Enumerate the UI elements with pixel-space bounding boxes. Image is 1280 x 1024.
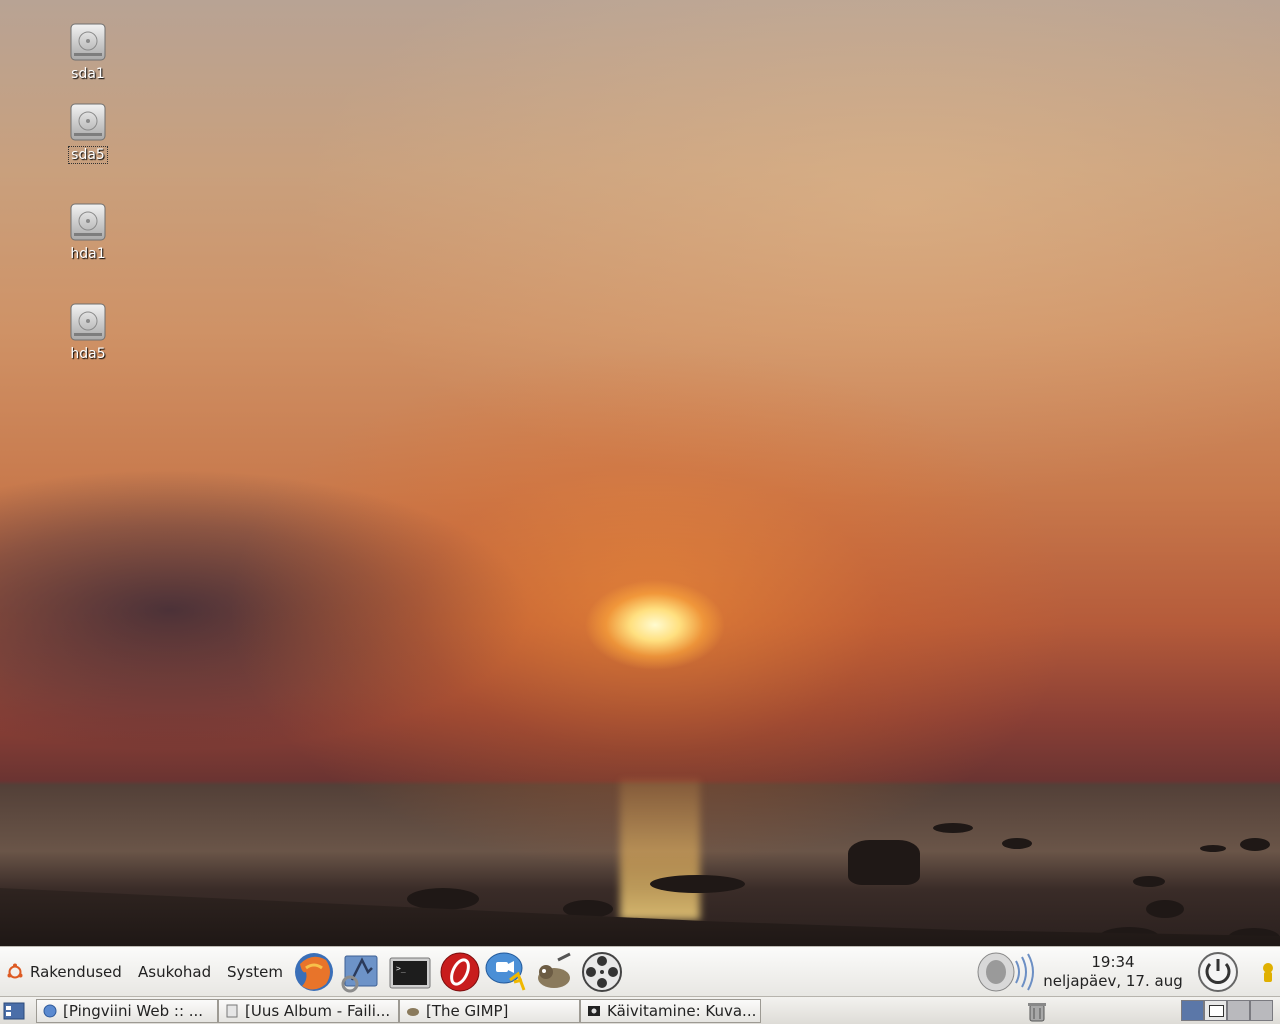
rock (933, 823, 973, 833)
task-label: [Uus Album - Faili... (245, 1002, 391, 1020)
desktop-icon-label: hda1 (70, 246, 106, 262)
hard-drive-icon (70, 203, 106, 241)
rock (1146, 900, 1184, 918)
mail-client-icon[interactable] (340, 950, 384, 994)
task-screenshot[interactable]: Käivitamine: Kuva... (580, 999, 761, 1023)
desktop: sda1 sda5 hda1 hda5 (0, 0, 1280, 946)
rock (1002, 838, 1032, 849)
gimp-icon[interactable] (530, 950, 574, 994)
menu-applications[interactable]: Rakendused (30, 947, 122, 997)
top-panel: Rakendused Asukohad System >_ 19:34 nelj… (0, 946, 1280, 996)
rock (407, 888, 479, 910)
trash-icon[interactable] (1026, 1000, 1048, 1022)
rock (1200, 845, 1226, 852)
desktop-icon-sda1[interactable]: sda1 (58, 22, 118, 82)
task-album[interactable]: [Uus Album - Faili... (218, 999, 399, 1023)
gimp-small-icon (407, 1008, 419, 1016)
hard-drive-icon (70, 303, 106, 341)
ubuntu-logo-icon (7, 963, 23, 979)
desktop-icon-sda5[interactable]: sda5 (58, 102, 118, 164)
menu-system[interactable]: System (227, 947, 283, 997)
messenger-icon[interactable] (484, 950, 528, 994)
workspace-2[interactable] (1204, 1000, 1227, 1021)
task-web-browser[interactable]: [Pingviini Web :: ... (36, 999, 218, 1023)
web-browser-icon (43, 1004, 57, 1018)
rock (848, 840, 920, 885)
desktop-icon-label: sda1 (71, 66, 105, 82)
clock[interactable]: 19:34 neljapäev, 17. aug (1040, 953, 1186, 991)
terminal-small-icon (588, 1006, 600, 1016)
task-label: [Pingviini Web :: ... (63, 1002, 204, 1020)
bottom-panel: [Pingviini Web :: ... [Uus Album - Faili… (0, 996, 1280, 1024)
desktop-icon-label: hda5 (70, 346, 106, 362)
workspace-4[interactable] (1250, 1000, 1273, 1021)
desktop-icon-hda1[interactable]: hda1 (58, 202, 118, 262)
rock (650, 875, 745, 893)
terminal-icon[interactable]: >_ (388, 950, 432, 994)
sun-reflection (620, 780, 700, 920)
hard-drive-icon (70, 23, 106, 61)
firefox-icon[interactable] (292, 950, 336, 994)
desktop-icon-label: sda5 (68, 146, 108, 164)
document-icon (226, 1004, 238, 1018)
volume-icon[interactable] (976, 951, 1038, 993)
video-player-icon[interactable] (580, 950, 624, 994)
rock (1240, 838, 1270, 851)
update-notifier-icon[interactable] (1258, 962, 1278, 984)
power-icon[interactable] (1196, 951, 1240, 993)
svg-text:>_: >_ (396, 964, 406, 973)
desktop-icon-hda5[interactable]: hda5 (58, 302, 118, 362)
workspace-3[interactable] (1227, 1000, 1250, 1021)
task-label: Käivitamine: Kuva... (607, 1002, 757, 1020)
task-label: [The GIMP] (426, 1002, 509, 1020)
rock (1133, 876, 1165, 887)
task-gimp[interactable]: [The GIMP] (399, 999, 580, 1023)
media-player-icon[interactable] (438, 950, 482, 994)
hard-drive-icon (70, 103, 106, 141)
workspace-1[interactable] (1181, 1000, 1204, 1021)
show-desktop-icon[interactable] (3, 1002, 25, 1020)
clock-date: neljapäev, 17. aug (1043, 972, 1183, 990)
menu-places[interactable]: Asukohad (138, 947, 211, 997)
clock-time: 19:34 (1091, 953, 1135, 971)
